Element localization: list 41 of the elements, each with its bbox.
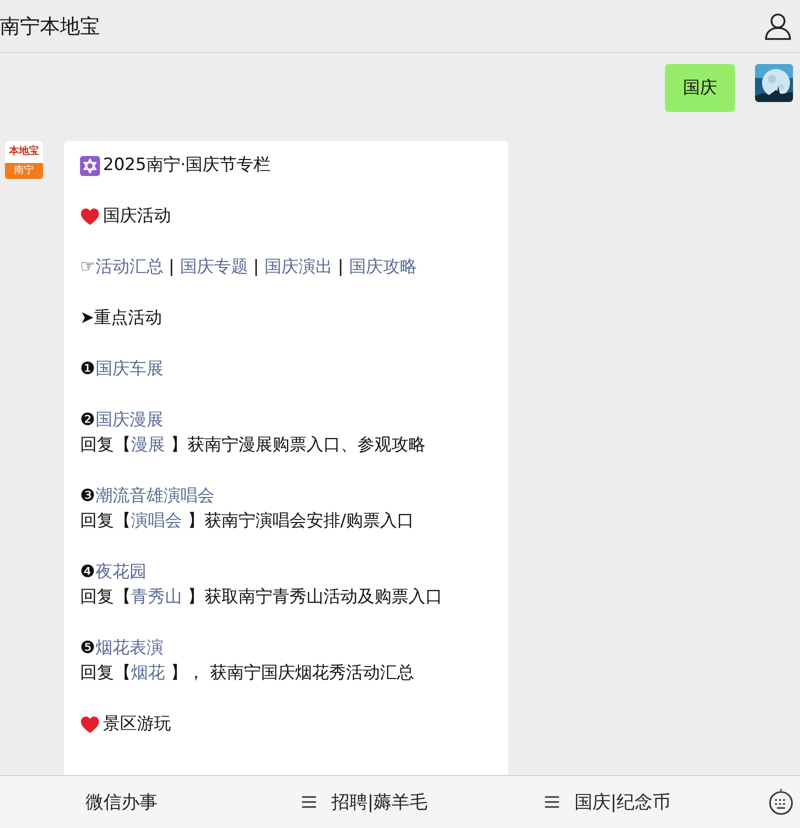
message-line: ❺烟花表演 [80,637,164,660]
message-line: 2025南宁·国庆节专栏 [103,154,271,177]
link[interactable]: 潮流音雄演唱会 [95,486,214,506]
message-bubble: 国庆 [665,64,735,112]
link[interactable]: 烟花 [131,663,165,683]
message-line: ➤重点活动 [80,307,162,330]
link[interactable]: 国庆专题 [180,257,248,277]
menu-button[interactable]: 微信办事 [80,786,164,818]
link[interactable]: 漫展 [131,435,165,455]
message-line: ☞活动汇总 | 国庆专题 | 国庆演出 | 国庆攻略 [80,256,417,279]
menu-button[interactable]: 国庆|纪念币 [538,786,677,818]
link[interactable]: 国庆演出 [264,257,332,277]
logo-text: 南宁 [5,163,43,179]
message-line: 景区游玩 [103,713,171,736]
link[interactable]: 国庆车展 [95,359,164,379]
message-line: 回复【青秀山 】获取南宁青秀山活动及购票入口 [80,586,442,609]
menu-icon [544,795,560,809]
keyboard-icon[interactable] [768,789,794,815]
link[interactable]: 烟花表演 [95,638,164,658]
message-line: ❶国庆车展 [80,358,164,381]
message-line: 回复【漫展 】获南宁漫展购票入口、参观攻略 [80,434,426,457]
link[interactable]: 青秀山 [131,587,182,607]
message-line: 回复【烟花 】， 获南宁国庆烟花秀活动汇总 [80,662,414,685]
link[interactable]: 国庆攻略 [348,257,417,277]
message-line: 国庆活动 [103,205,171,228]
link[interactable]: 演唱会 [131,511,182,531]
menu-button[interactable]: 招聘|薅羊毛 [295,786,434,818]
message-line: ❹夜花园 [80,561,146,584]
link[interactable]: 夜花园 [95,562,146,582]
heart-icon [80,714,100,734]
message-line: ❸潮流音雄演唱会 [80,485,214,508]
chat-title: 南宁本地宝 [0,12,100,40]
heart-icon [80,206,100,226]
link[interactable]: 国庆漫展 [95,410,164,430]
user-icon[interactable] [764,12,792,40]
logo-text: 本地宝 [9,144,39,159]
message-line: ❷国庆漫展 [80,409,164,432]
star-icon [80,156,100,176]
message-line: 回复【演唱会 】获南宁演唱会安排/购票入口 [80,510,414,533]
menu-icon [301,795,318,809]
link[interactable]: 活动汇总 [95,257,164,277]
